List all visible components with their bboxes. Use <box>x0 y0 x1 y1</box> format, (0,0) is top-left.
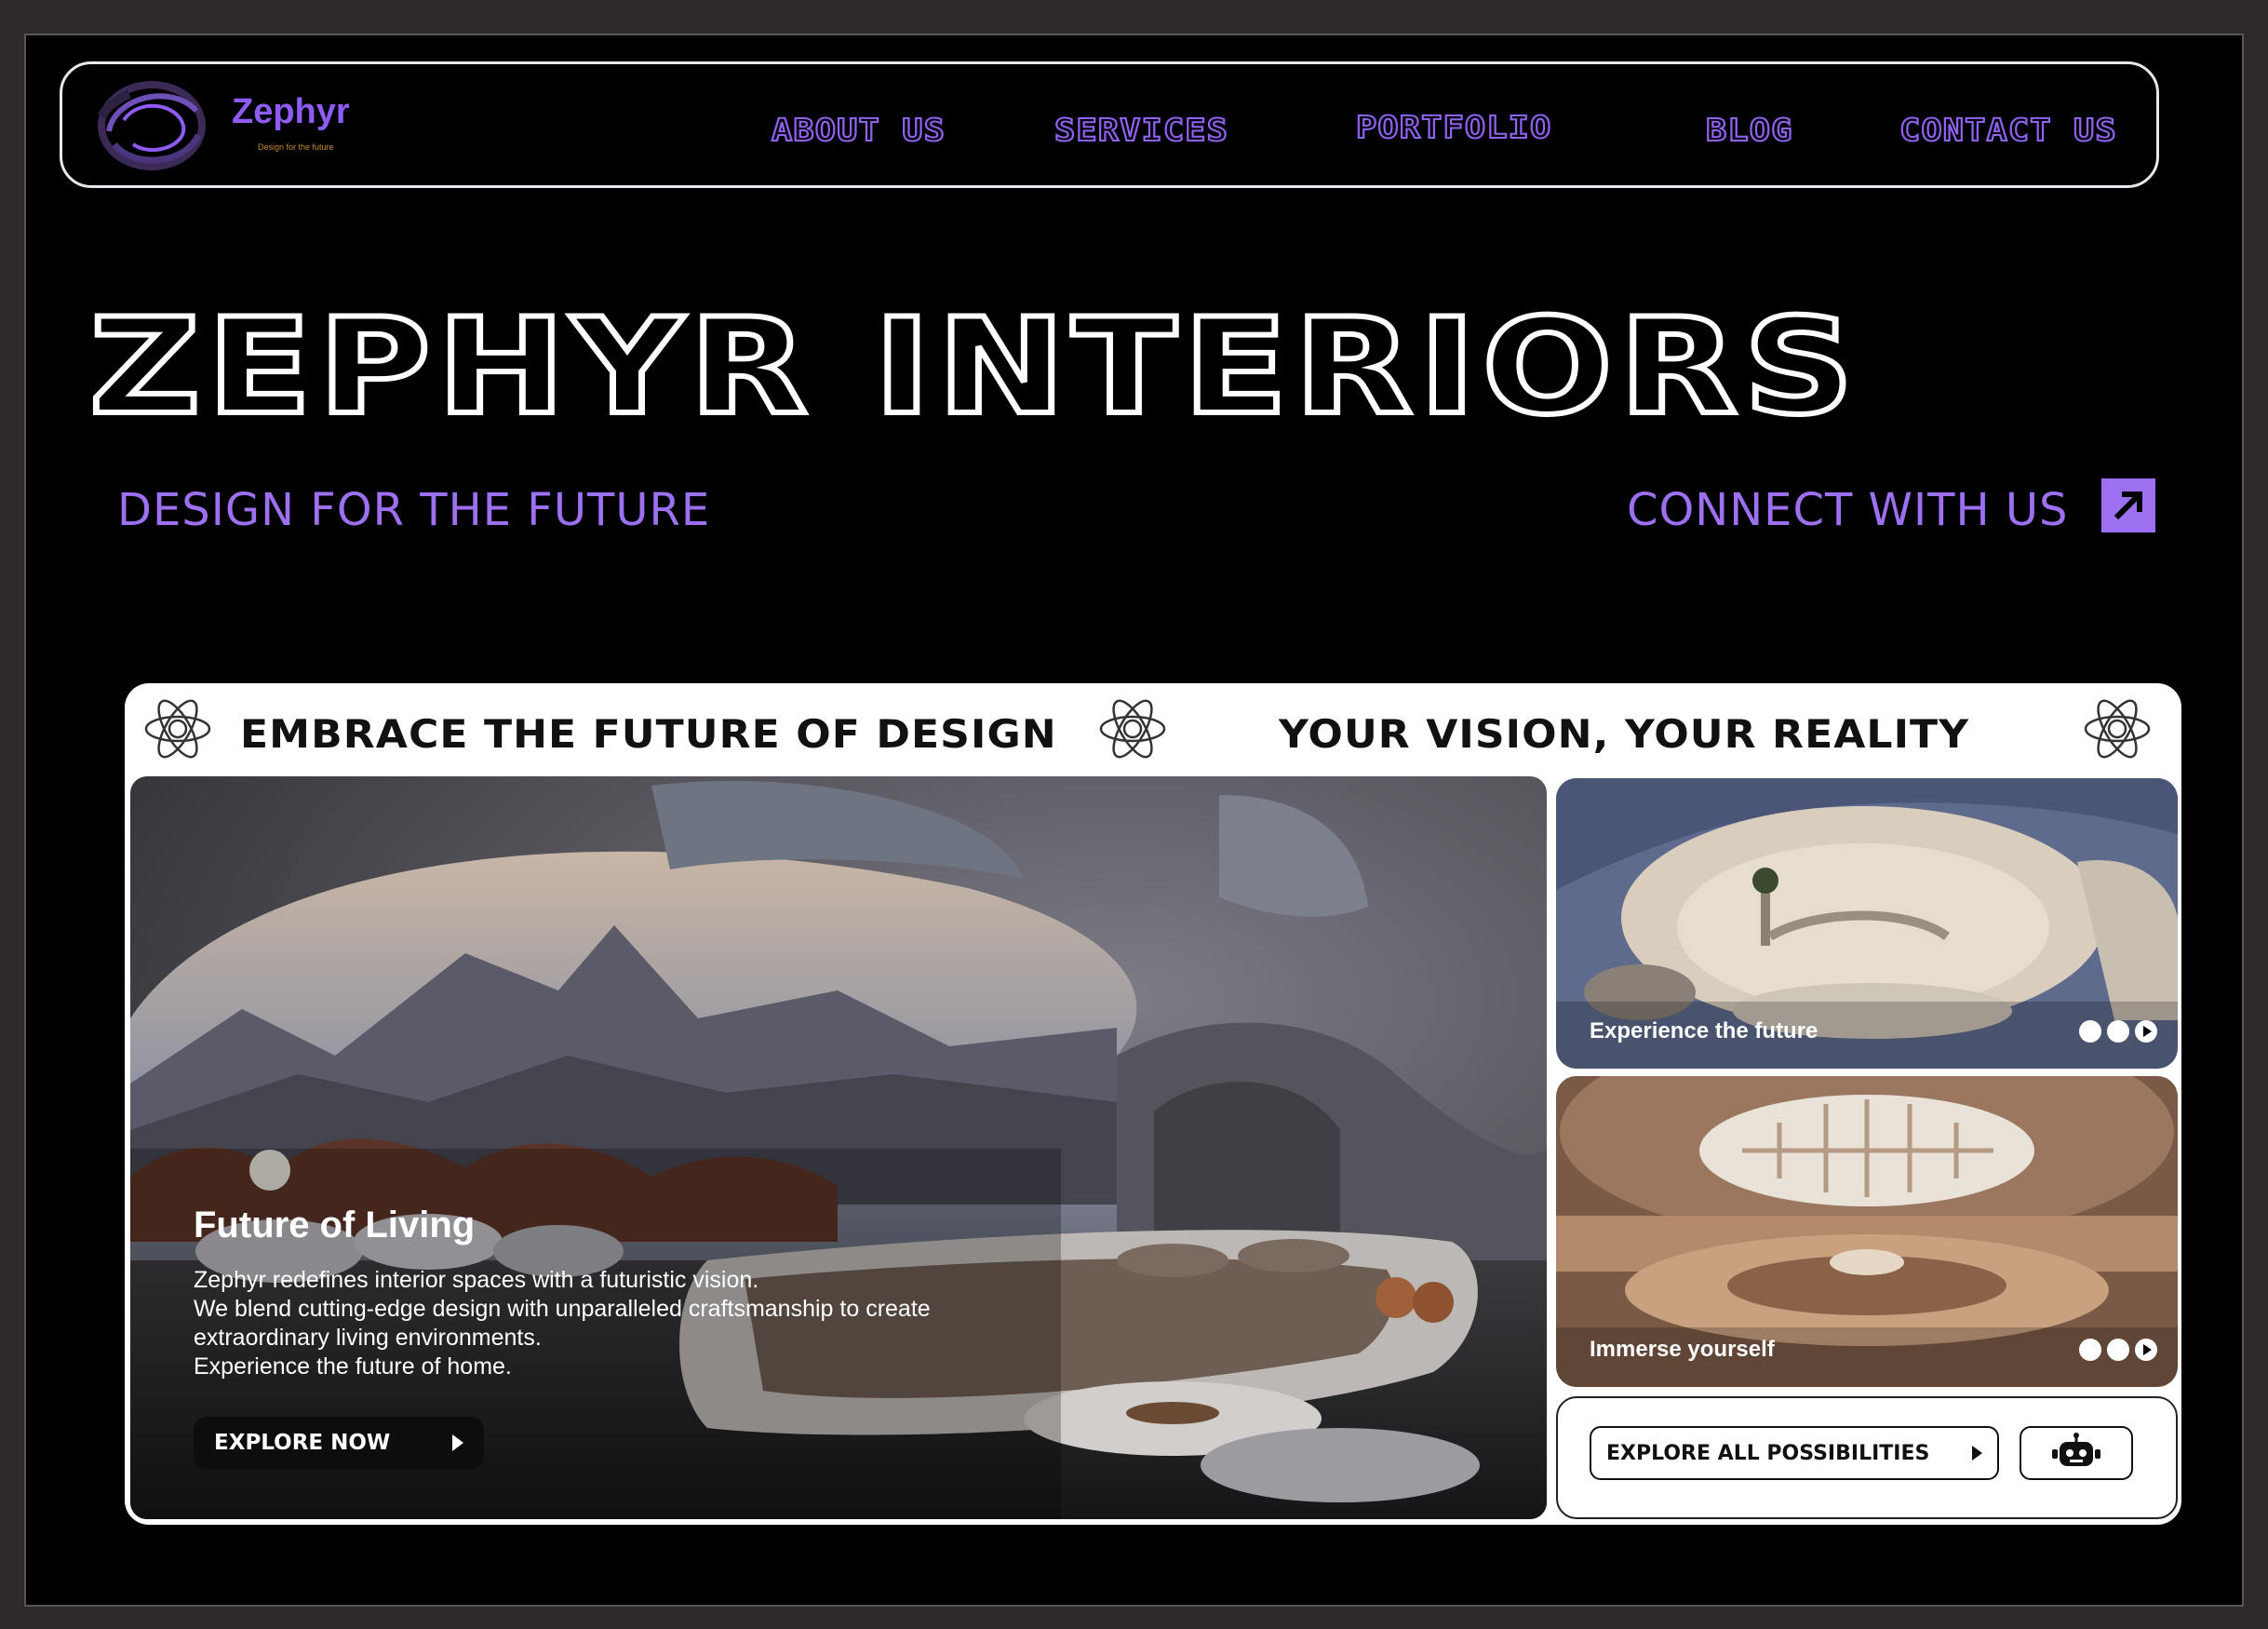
nav-item-blog[interactable]: BLOG <box>1705 101 1793 157</box>
side-image-immerse[interactable]: Immerse yourself <box>1556 1076 2178 1387</box>
arrow-up-right-icon[interactable] <box>2101 478 2155 532</box>
nav-links: ABOUT US SERVICES PORTFOLIO BLOG CONTACT… <box>695 101 2128 157</box>
atom-icon <box>144 699 211 759</box>
chatbot-button[interactable] <box>2020 1426 2133 1480</box>
main-heading: Future of Living <box>194 1205 476 1245</box>
feature-card: EMBRACE THE FUTURE OF DESIGN YOUR VISION… <box>125 683 2181 1525</box>
banner-left-text: EMBRACE THE FUTURE OF DESIGN <box>240 711 1057 757</box>
explore-panel: EXPLORE ALL POSSIBILITIES <box>1556 1396 2178 1519</box>
play-icon[interactable] <box>2135 1339 2157 1361</box>
robot-icon <box>2052 1433 2100 1466</box>
explore-all-label: EXPLORE ALL POSSIBILITIES <box>1606 1441 1930 1465</box>
brand-name[interactable]: Zephyr <box>232 92 350 132</box>
share-icon[interactable] <box>2107 1020 2129 1043</box>
main-feature-image[interactable]: Future of Living Zephyr redefines interi… <box>130 776 1547 1519</box>
explore-now-label: EXPLORE NOW <box>214 1431 391 1455</box>
banner-right-text: YOUR VISION, YOUR REALITY <box>1279 711 1970 757</box>
side-caption: Experience the future <box>1590 1018 1818 1043</box>
play-arrow-icon <box>1972 1446 1982 1461</box>
swirl-logo-icon[interactable] <box>96 79 206 172</box>
nav-item-services[interactable]: SERVICES <box>1053 101 1228 157</box>
play-arrow-icon <box>452 1434 463 1451</box>
hero-subtitle: DESIGN FOR THE FUTURE <box>117 484 711 536</box>
explore-now-button[interactable]: EXPLORE NOW <box>194 1417 484 1469</box>
futuristic-bedroom-illustration <box>130 776 1547 1519</box>
nav-item-contact-us[interactable]: CONTACT US <box>1899 101 2117 157</box>
atom-icon <box>1099 699 1166 759</box>
connect-link[interactable]: CONNECT WITH US <box>1627 484 2068 536</box>
top-nav: Zephyr Design for the future ABOUT US SE… <box>60 61 2159 188</box>
main-description: Zephyr redefines interior spaces with a … <box>194 1266 1106 1381</box>
explore-all-button[interactable]: EXPLORE ALL POSSIBILITIES <box>1590 1426 1999 1480</box>
nav-item-about-us[interactable]: ABOUT US <box>771 101 946 157</box>
play-icon[interactable] <box>2135 1020 2157 1043</box>
description-line: extraordinary living environments. <box>194 1325 542 1351</box>
media-controls <box>2079 1020 2157 1043</box>
description-line: We blend cutting-edge design with unpara… <box>194 1296 931 1322</box>
share-icon[interactable] <box>2107 1339 2129 1361</box>
media-controls <box>2079 1339 2157 1361</box>
rewind-icon[interactable] <box>2079 1339 2101 1361</box>
rewind-icon[interactable] <box>2079 1020 2101 1043</box>
nav-item-portfolio[interactable]: PORTFOLIO <box>1355 99 1551 155</box>
description-line: Zephyr redefines interior spaces with a … <box>194 1267 759 1293</box>
brand-tagline: Design for the future <box>258 142 334 152</box>
side-image-experience[interactable]: Experience the future <box>1556 778 2178 1069</box>
hero-title: ZEPHYR INTERIORS <box>87 290 1861 444</box>
atom-icon <box>2084 699 2151 759</box>
description-line: Experience the future of home. <box>194 1353 512 1380</box>
side-caption: Immerse yourself <box>1590 1337 1775 1362</box>
